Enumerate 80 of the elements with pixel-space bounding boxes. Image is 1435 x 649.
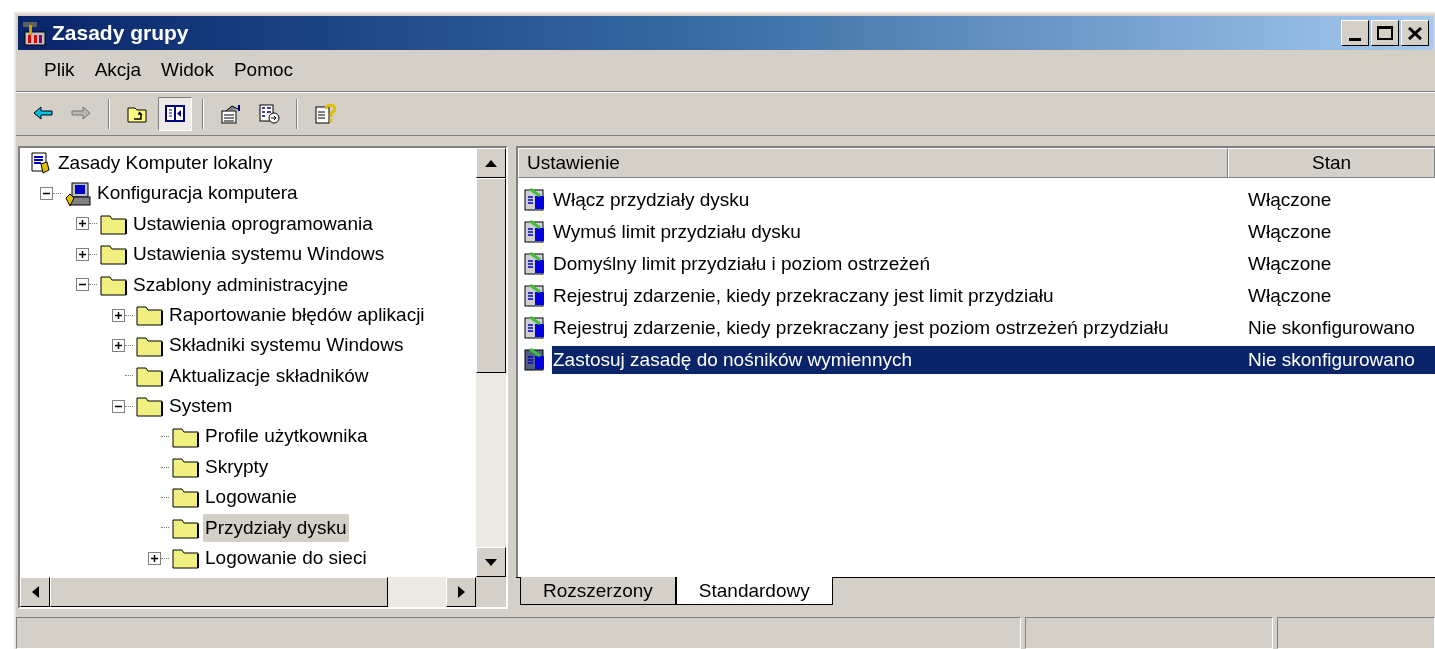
scroll-up-button[interactable] — [476, 148, 506, 178]
minimize-button[interactable] — [1341, 20, 1369, 46]
menu-item[interactable]: Plik — [36, 56, 83, 85]
scroll-thumb[interactable] — [50, 577, 388, 607]
folder-icon — [172, 546, 200, 571]
down-arrow-icon — [485, 558, 497, 566]
folder-icon — [172, 455, 200, 480]
close-button[interactable] — [1401, 20, 1429, 46]
list-row[interactable]: Włącz przydziały dysku Włączone — [552, 186, 1435, 214]
column-header[interactable]: Stan — [1228, 148, 1435, 178]
horizontal-scrollbar[interactable] — [20, 577, 506, 607]
maximize-icon — [1377, 26, 1393, 40]
right-arrow-icon — [457, 586, 465, 598]
scrollbar-corner — [476, 577, 506, 607]
tree-item[interactable]: Ustawienia systemu Windows — [131, 240, 387, 269]
window-title: Zasady grupy — [52, 20, 189, 47]
collapse-icon[interactable] — [40, 187, 53, 201]
folder-icon — [100, 242, 128, 267]
expand-icon[interactable] — [76, 247, 89, 261]
scroll-down-button[interactable] — [476, 547, 506, 577]
expand-icon[interactable] — [112, 308, 125, 322]
vertical-scrollbar[interactable] — [476, 148, 506, 577]
properties-icon — [220, 103, 242, 125]
setting-name: Domyślny limit przydziału i poziom ostrzeżeń — [552, 251, 931, 276]
list-row[interactable]: Rejestruj zdarzenie, kiedy przekraczany jest limit przydziału Włączone — [552, 282, 1435, 310]
tree-item[interactable]: Ustawienia oprogramowania — [131, 209, 375, 239]
folder-icon — [136, 303, 164, 328]
tree-item[interactable]: Zasady Komputer lokalny — [56, 148, 275, 178]
scroll-right-button[interactable] — [446, 577, 476, 607]
tree-item[interactable]: Logowanie — [203, 483, 299, 512]
view-tab[interactable]: Rozszerzony — [520, 577, 676, 605]
collapse-icon[interactable] — [112, 399, 125, 413]
tree-item[interactable]: Szablony administracyjne — [131, 270, 351, 299]
menu-item[interactable]: Widok — [153, 56, 222, 85]
tree-item[interactable]: Profile użytkownika — [203, 422, 370, 451]
maximize-button[interactable] — [1371, 20, 1399, 46]
tree-item[interactable]: Składniki systemu Windows — [167, 331, 406, 360]
up-arrow-icon — [485, 159, 497, 167]
export-list-icon — [258, 103, 280, 125]
tree-item[interactable]: Raportowanie błędów aplikacji — [167, 300, 427, 330]
setting-state: Nie skonfigurowano — [1247, 315, 1416, 340]
toolbar-button[interactable] — [158, 97, 192, 131]
menu-item[interactable]: Pomoc — [225, 56, 302, 85]
list-row[interactable]: Zastosuj zasadę do nośników wymiennych Nie skonfigurowano — [552, 346, 1435, 374]
folder-icon — [136, 394, 164, 419]
setting-state: Włączone — [1247, 187, 1333, 212]
minimize-icon — [1349, 38, 1361, 41]
setting-name: Rejestruj zdarzenie, kiedy przekraczany jest poziom ostrzeżeń przydziału — [552, 315, 1170, 340]
help-icon — [314, 103, 336, 125]
setting-state: Nie skonfigurowano — [1247, 347, 1416, 372]
setting-name: Włącz przydziały dysku — [552, 187, 751, 212]
collapse-icon[interactable] — [76, 278, 89, 292]
computer-icon — [64, 179, 92, 208]
setting-state: Włączone — [1247, 219, 1333, 244]
tree-item[interactable]: Aktualizacje składników — [167, 361, 371, 391]
folder-icon — [172, 485, 200, 510]
scroll-thumb[interactable] — [476, 178, 506, 373]
expand-icon[interactable] — [148, 551, 161, 565]
tree-item[interactable]: Logowanie do sieci — [203, 544, 369, 573]
expand-icon[interactable] — [76, 217, 89, 231]
view-tab[interactable]: Standardowy — [675, 577, 833, 605]
tree-item[interactable]: Przydziały dysku — [203, 513, 349, 543]
menu-item[interactable]: Akcja — [86, 56, 150, 85]
list-row[interactable]: Rejestruj zdarzenie, kiedy przekraczany jest poziom ostrzeżeń przydziału Nie skonfigurowano — [552, 314, 1435, 342]
tree-pane-icon — [164, 103, 186, 125]
setting-state: Włączone — [1247, 283, 1333, 308]
setting-name: Rejestruj zdarzenie, kiedy przekraczany jest limit przydziału — [552, 283, 1055, 308]
tree-item[interactable]: Skrypty — [203, 452, 271, 482]
tree-item[interactable]: Konfiguracja komputera — [95, 179, 300, 208]
list-row[interactable]: Wymuś limit przydziału dysku Włączone — [552, 218, 1435, 246]
setting-name: Zastosuj zasadę do nośników wymiennych — [552, 347, 914, 372]
setting-name: Wymuś limit przydziału dysku — [552, 219, 802, 244]
list-row[interactable]: Domyślny limit przydziału i poziom ostrzeżeń Włączone — [552, 250, 1435, 278]
close-icon — [1408, 26, 1422, 40]
setting-state: Włączone — [1247, 251, 1333, 276]
tree-item[interactable]: System — [167, 392, 235, 421]
left-arrow-icon — [31, 586, 39, 598]
scroll-left-button[interactable] — [20, 577, 50, 607]
expand-icon[interactable] — [112, 339, 125, 353]
column-header[interactable]: Ustawienie — [518, 148, 1228, 178]
